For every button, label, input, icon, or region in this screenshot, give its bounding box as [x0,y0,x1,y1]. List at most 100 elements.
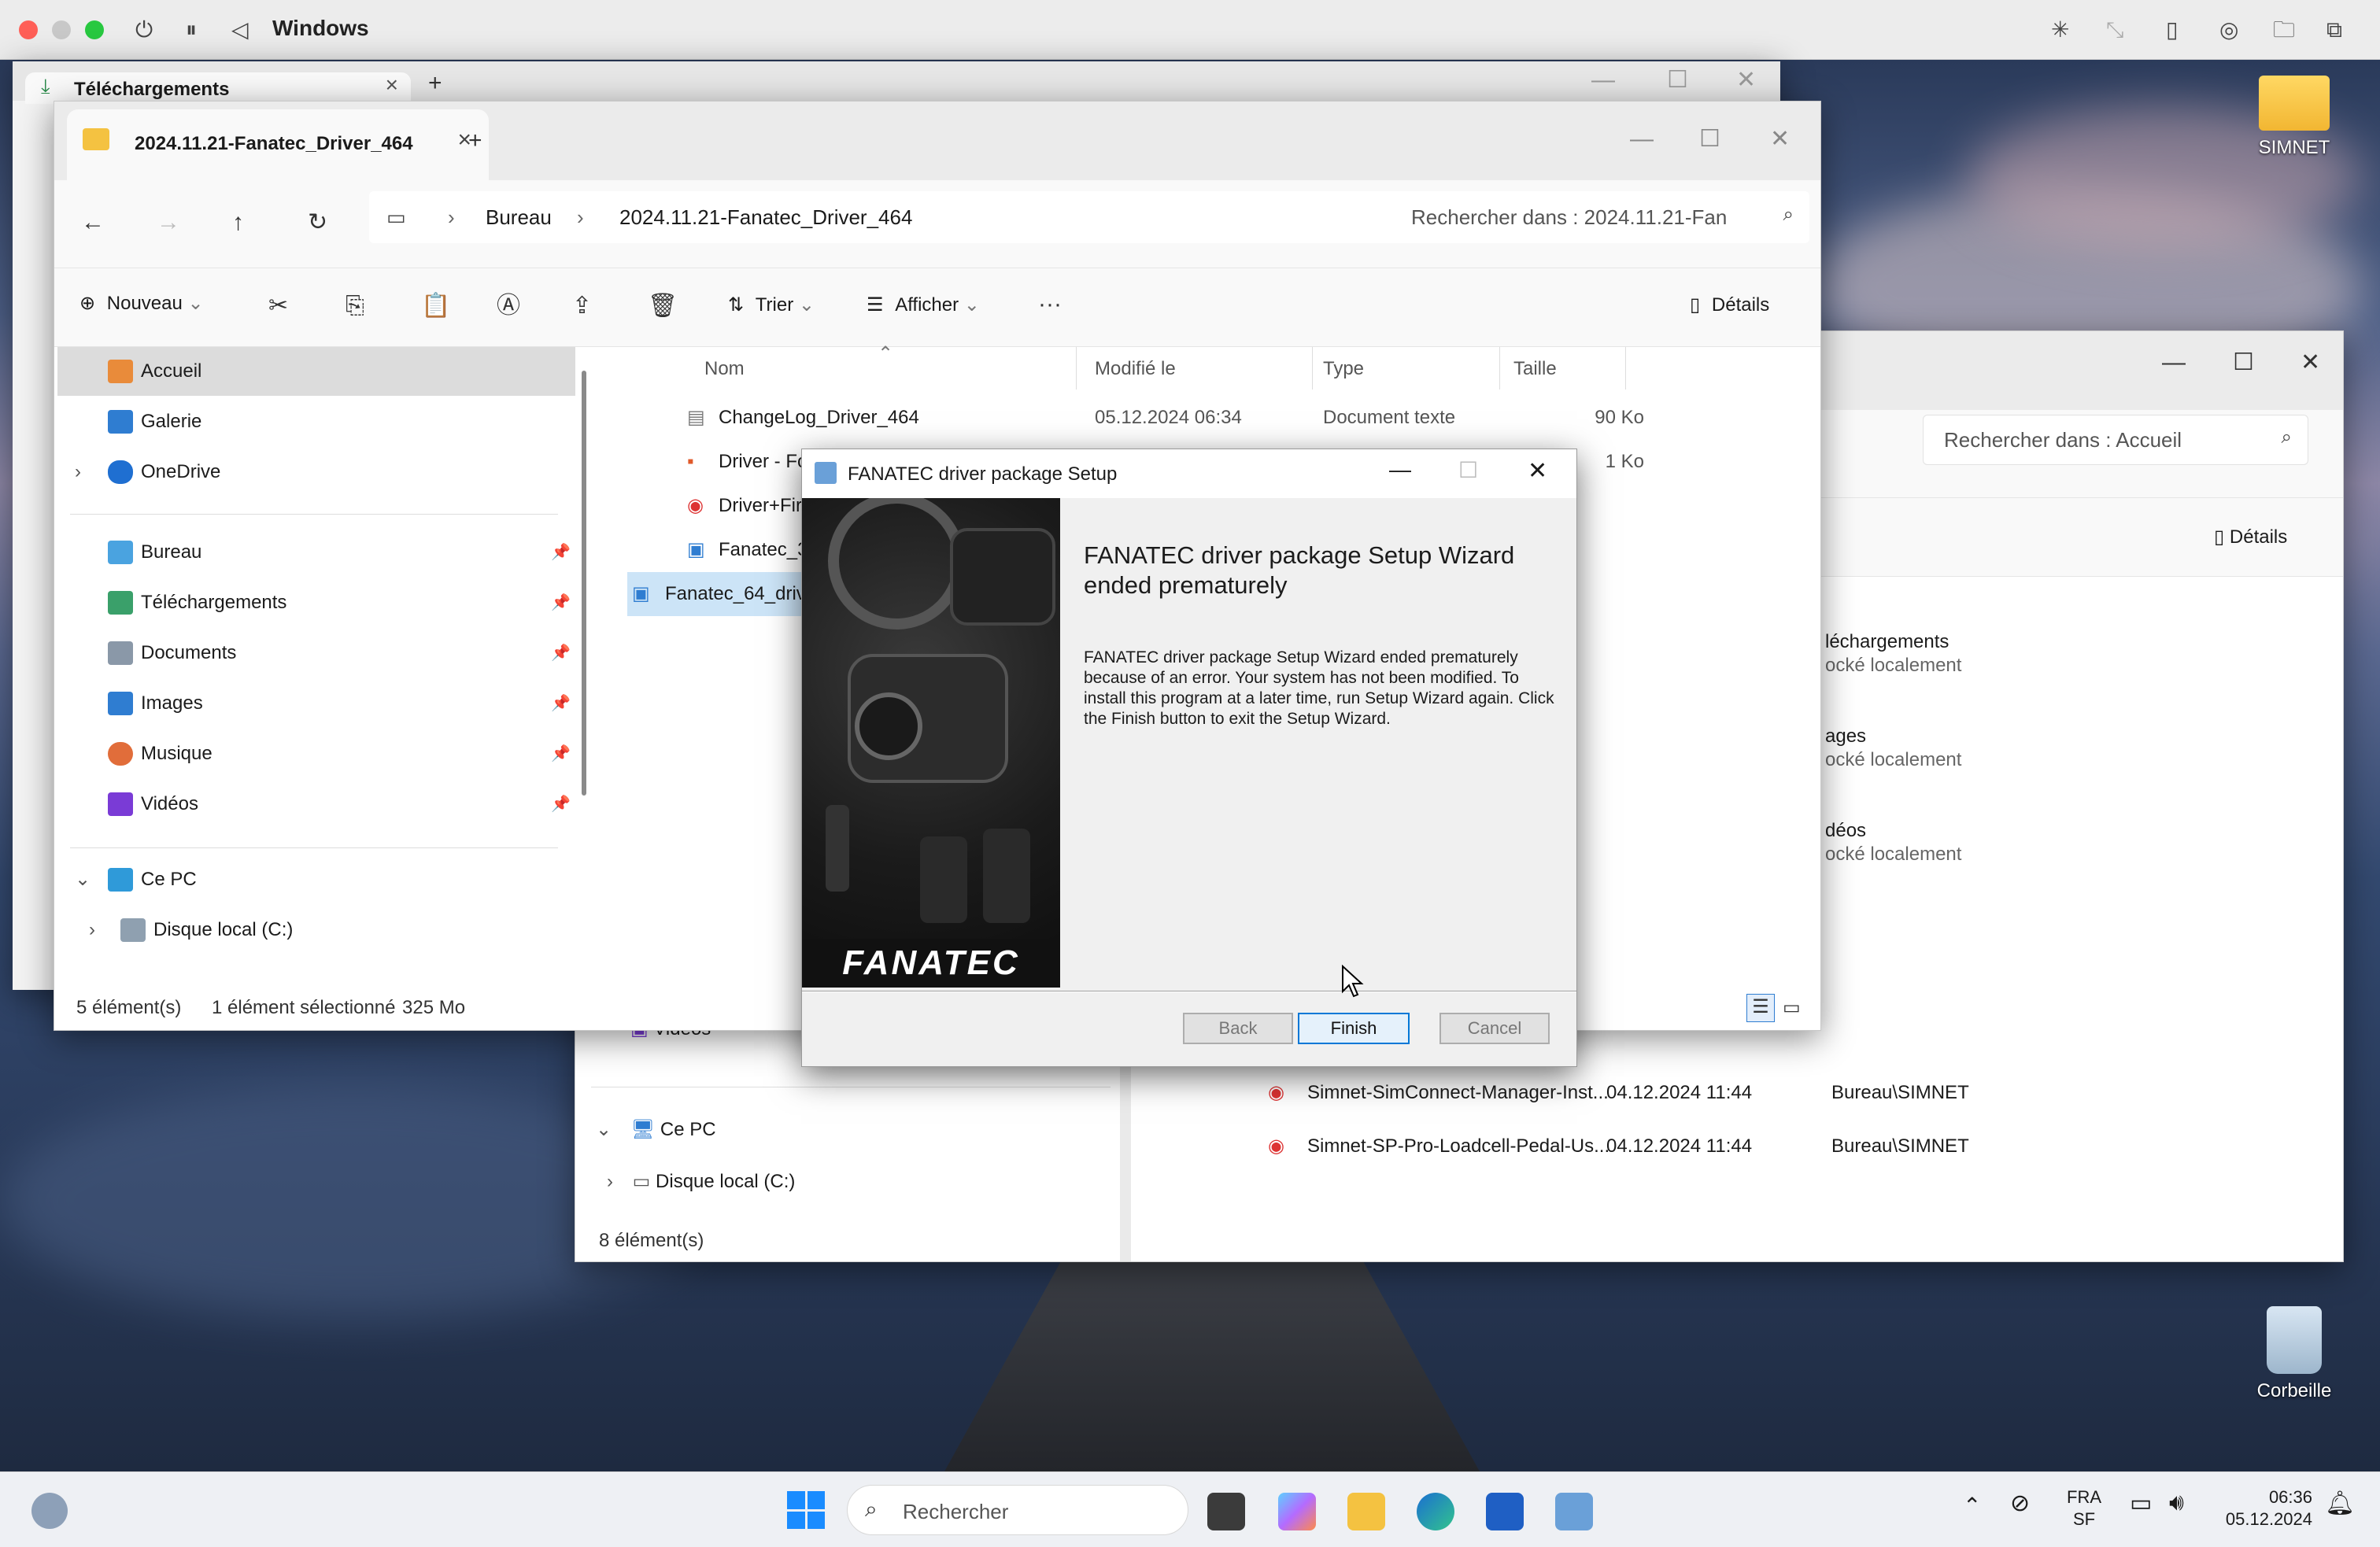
column-type[interactable]: Type [1323,358,1364,380]
back-arrow-icon[interactable]: ← [81,207,105,238]
close-icon[interactable]: ✕ [1736,65,1756,96]
breadcrumb[interactable]: ▭ › Bureau › 2024.11.21-Fanatec_Driver_4… [369,191,1424,243]
breadcrumb-item[interactable]: Bureau [486,191,552,243]
nav-home[interactable]: Accueil [57,347,575,396]
maximize-icon[interactable]: ☐ [1667,65,1688,96]
file-row[interactable]: ▤ ChangeLog_Driver_464 05.12.2024 06:34 … [627,396,1644,440]
quick-access-images[interactable]: ages ocké localement [1825,725,1961,772]
taskbar-search[interactable]: ⌕ Rechercher [847,1485,1188,1535]
nav-local-disk[interactable]: › Disque local (C:) [57,906,575,954]
nav-this-pc[interactable]: ⌄ 🖥 Ce PC [596,1118,716,1141]
nav-onedrive[interactable]: › OneDrive [57,448,575,497]
widgets-icon[interactable] [31,1493,68,1529]
chevron-right-icon[interactable]: › [75,448,81,497]
installer-taskbar-icon[interactable] [1555,1493,1593,1530]
folder-icon[interactable]: 🗀 [2273,17,2295,42]
task-view-icon[interactable] [1207,1493,1245,1530]
column-size[interactable]: Taille [1513,358,1557,380]
details-view-icon[interactable]: ☰ [1746,994,1775,1022]
more-options-icon[interactable]: ··· [1038,289,1062,320]
pin-icon[interactable]: 📌 [551,578,571,627]
new-tab-icon[interactable]: + [468,125,482,157]
edge-icon[interactable] [1417,1493,1454,1530]
details-button[interactable]: ▯ Détails [2214,498,2287,577]
back-triangle-icon[interactable]: ◁ [231,17,249,42]
resize-icon[interactable]: ⤡ [2106,17,2123,42]
column-name[interactable]: Nom [704,358,745,380]
close-icon[interactable]: ✕ [2301,347,2320,378]
up-arrow-icon[interactable]: ↑ [232,207,244,238]
minimize-icon[interactable]: — [1389,457,1411,482]
network-icon[interactable]: ▭ [2130,1490,2152,1517]
nav-scrollbar[interactable] [582,371,586,796]
nav-downloads[interactable]: Téléchargements 📌 [57,578,575,627]
pin-icon[interactable]: 📌 [551,679,571,728]
nav-images[interactable]: Images 📌 [57,679,575,728]
cancel-button[interactable]: Cancel [1439,1013,1550,1044]
cut-icon[interactable]: ✂ [268,290,288,322]
copy-icon[interactable]: ⎘ [346,290,364,322]
nav-documents[interactable]: Documents 📌 [57,629,575,678]
store-icon[interactable] [1486,1493,1524,1530]
brightness-icon[interactable]: ✳ [2051,17,2069,42]
share-icon[interactable]: ⇪ [572,290,592,322]
search-box[interactable]: Rechercher dans : 2024.11.21-Fan ⌕ [1389,191,1809,243]
nav-gallery[interactable]: Galerie [57,397,575,446]
setup-wizard-dialog[interactable]: FANATEC driver package Setup — ☐ ✕ FANAT… [801,449,1577,1067]
delete-icon[interactable]: 🗑 [648,290,678,322]
pin-icon[interactable]: 📌 [551,629,571,678]
sort-button[interactable]: ⇅ Trier ⌄ [728,294,815,316]
refresh-icon[interactable]: ↻ [308,207,327,238]
back-button[interactable]: Back [1183,1013,1293,1044]
notification-bell-icon[interactable]: 🔔︎ [2325,1490,2355,1517]
maximize-icon[interactable]: ☐ [2233,347,2254,378]
start-button[interactable] [787,1491,825,1529]
pin-icon[interactable]: 📌 [551,528,571,577]
settings-icon[interactable]: ◎ [2219,17,2238,42]
minimize-icon[interactable]: — [2162,347,2186,378]
quick-access-downloads[interactable]: léchargements ocké localement [1825,630,1961,678]
pin-icon[interactable]: 📌 [551,729,571,778]
tiles-view-icon[interactable]: ▭ [1783,984,1801,1030]
details-button[interactable]: ▯ Détails [1690,294,1769,316]
nav-music[interactable]: Musique 📌 [57,729,575,778]
close-traffic-light[interactable] [19,20,38,39]
usb-icon[interactable]: ▯ [2166,17,2178,42]
new-button[interactable]: ⊕ Nouveau ⌄ [79,292,204,315]
chevron-right-icon[interactable]: › [607,1171,613,1192]
clock[interactable]: 06:36 05.12.2024 [2218,1486,2312,1530]
desktop-simnet-folder[interactable]: SIMNET [2235,76,2353,159]
recent-file-row[interactable]: ◉ Simnet-SimConnect-Manager-Inst... 04.1… [1268,1071,2134,1115]
nav-local-disk[interactable]: › ▭ Disque local (C:) [607,1170,795,1193]
new-tab-icon[interactable]: + [428,68,442,99]
minimize-icon[interactable]: — [1591,65,1615,96]
maximize-icon[interactable]: ☐ [1699,124,1720,155]
pause-icon[interactable]: ⏸ [186,17,197,42]
view-button[interactable]: ☰ Afficher ⌄ [867,294,980,316]
minimize-icon[interactable]: — [1630,124,1654,155]
windows-icon[interactable]: ⧉ [2326,17,2342,42]
chevron-down-icon[interactable]: ⌄ [75,855,91,904]
onedrive-sync-off-icon[interactable]: ⊘ [2010,1490,2030,1517]
rename-icon[interactable]: Ⓐ [497,290,520,322]
recent-file-row[interactable]: ◉ Simnet-SP-Pro-Loadcell-Pedal-Us... 04.… [1268,1124,2134,1169]
chevron-right-icon[interactable]: › [89,906,95,954]
search-box[interactable]: Rechercher dans : Accueil ⌕ [1923,415,2308,465]
tab-fanatec-folder[interactable]: 2024.11.21-Fanatec_Driver_464 × [67,109,489,180]
finish-button[interactable]: Finish [1298,1013,1410,1044]
breadcrumb-item[interactable]: 2024.11.21-Fanatec_Driver_464 [619,191,912,243]
desktop-recycle-bin[interactable]: Corbeille [2235,1306,2353,1402]
power-icon[interactable]: ⏻ [135,17,153,42]
tab-downloads[interactable]: ⤓ Téléchargements × [25,72,411,104]
nav-desktop[interactable]: Bureau 📌 [57,528,575,577]
zoom-traffic-light[interactable] [85,20,104,39]
pin-icon[interactable]: 📌 [551,780,571,829]
chevron-down-icon[interactable]: ⌄ [596,1119,612,1140]
language-indicator[interactable]: FRA SF [2067,1486,2101,1530]
show-hidden-icons-icon[interactable]: ⌃ [1963,1493,1981,1519]
column-modified[interactable]: Modifié le [1095,358,1176,380]
volume-icon[interactable]: 🔊︎ [2169,1490,2184,1516]
nav-videos[interactable]: Vidéos 📌 [57,780,575,829]
paste-icon[interactable]: 📋 [421,290,450,322]
copilot-icon[interactable] [1278,1493,1316,1530]
